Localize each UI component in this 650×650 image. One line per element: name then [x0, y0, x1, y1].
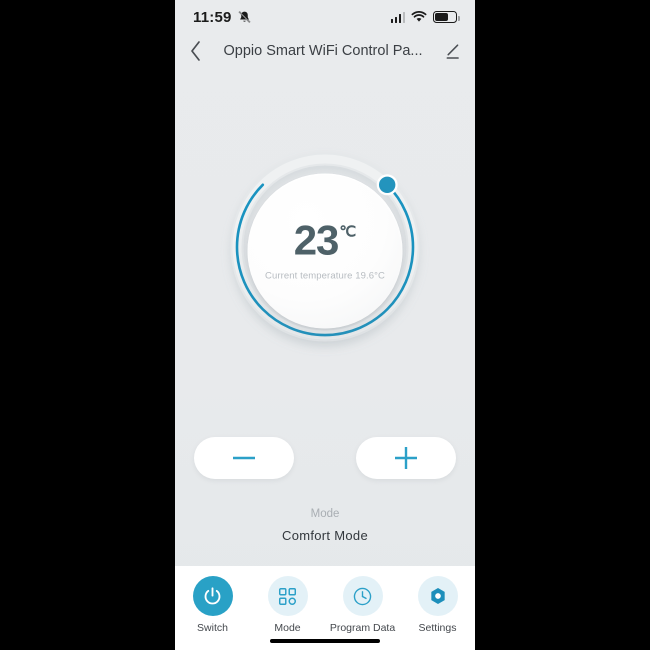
dial-face: 23 ℃ Current temperature 19.6°C — [247, 173, 403, 329]
home-indicator — [270, 638, 380, 643]
clock-icon — [353, 587, 372, 605]
status-indicators — [390, 11, 460, 23]
nav-icon-wrap-switch — [192, 576, 233, 616]
grid-squares-icon — [278, 587, 297, 605]
bell-muted-icon — [238, 10, 250, 23]
cellular-signal-icon — [390, 11, 405, 23]
mode-value[interactable]: Comfort Mode — [175, 528, 475, 543]
nav-label-switch: Switch — [197, 622, 228, 634]
nav-item-settings[interactable]: Settings — [403, 576, 473, 634]
nav-item-switch[interactable]: Switch — [178, 576, 248, 634]
nav-item-mode[interactable]: Mode — [253, 576, 323, 634]
status-clock: 11:59 — [193, 8, 232, 26]
chevron-left-icon[interactable] — [189, 40, 202, 62]
navigation-bar: Oppio Smart WiFi Control Pa... — [175, 34, 475, 68]
nav-item-program-data[interactable]: Program Data — [328, 576, 398, 634]
mode-section: Mode Comfort Mode — [175, 508, 475, 543]
dial-handle[interactable] — [376, 174, 398, 196]
nav-icon-wrap-program-data — [342, 576, 383, 616]
battery-icon — [433, 11, 460, 23]
page-title: Oppio Smart WiFi Control Pa... — [223, 43, 423, 59]
decrease-temperature-button[interactable] — [194, 437, 294, 479]
minus-icon — [233, 456, 255, 460]
thermostat-dial[interactable]: 23 ℃ Current temperature 19.6°C — [175, 140, 475, 362]
increase-temperature-button[interactable] — [356, 437, 456, 479]
bottom-navigation: Switch Mode Program Data Settings — [175, 566, 475, 650]
nav-icon-wrap-mode — [267, 576, 308, 616]
mode-label: Mode — [310, 508, 340, 520]
nav-label-program-data: Program Data — [329, 622, 396, 634]
nav-label-settings: Settings — [418, 622, 457, 634]
set-temperature-display: 23 ℃ — [293, 216, 357, 264]
wifi-icon — [411, 11, 427, 22]
phone-screen: 11:59 Oppio Smart WiFi Control Pa... 23 … — [175, 0, 475, 650]
temperature-unit: ℃ — [339, 223, 357, 241]
power-icon — [204, 586, 221, 604]
plus-icon — [395, 447, 417, 469]
status-bar: 11:59 — [175, 0, 475, 34]
pencil-edit-icon[interactable] — [444, 43, 461, 60]
current-temperature-text: Current temperature 19.6°C — [265, 270, 385, 282]
nav-label-mode: Mode — [274, 622, 301, 634]
hex-gear-icon — [430, 588, 445, 604]
nav-icon-wrap-settings — [417, 576, 458, 616]
set-temperature-value: 23 — [293, 216, 340, 264]
temperature-steppers — [175, 437, 475, 479]
